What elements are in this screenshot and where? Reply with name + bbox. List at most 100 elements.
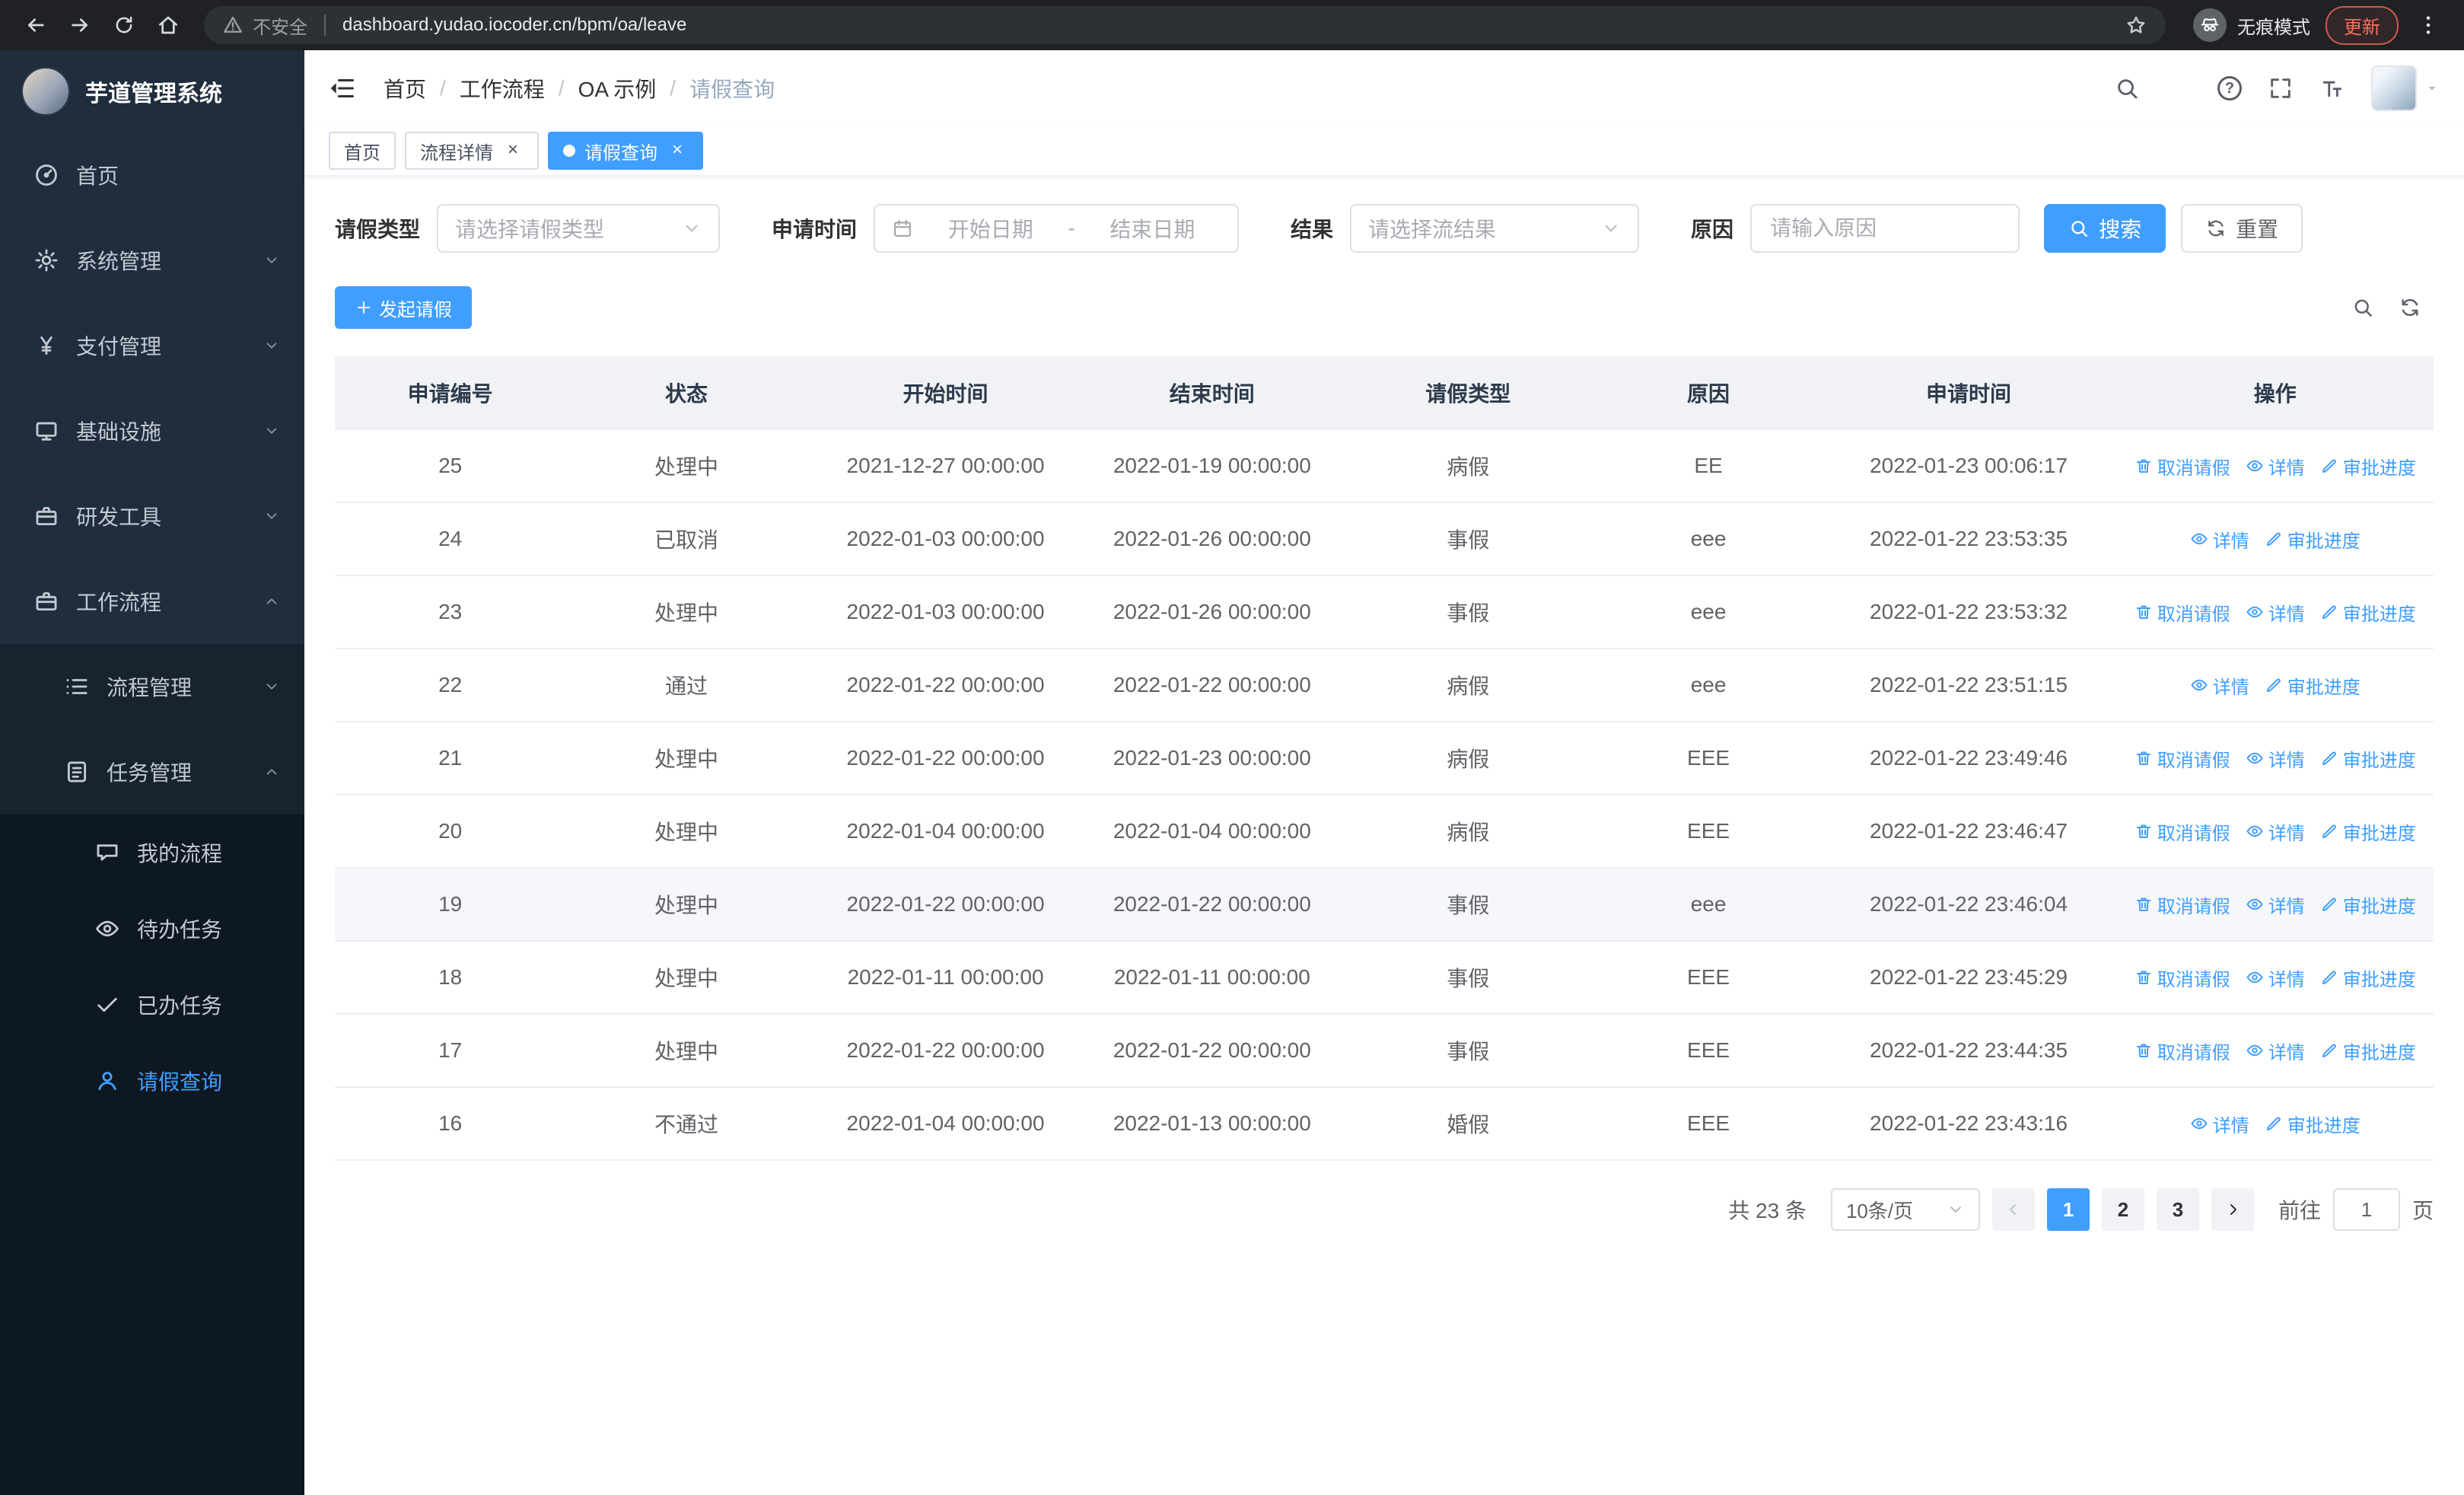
reset-button[interactable]: 重置	[2181, 204, 2303, 253]
table-row: 20 处理中 2022-01-04 00:00:00 2022-01-04 00:00…	[335, 795, 2434, 869]
browser-menu-button[interactable]	[2408, 5, 2449, 46]
dashboard-icon	[33, 162, 59, 188]
cell-id: 17	[335, 1014, 566, 1088]
apply-time-range-picker[interactable]: 开始日期 - 结束日期	[874, 204, 1240, 253]
leave-type-select[interactable]: 请选择请假类型	[437, 204, 721, 253]
column-header: 请假类型	[1340, 356, 1597, 430]
user-menu[interactable]	[2371, 65, 2440, 111]
refresh-table-button[interactable]	[2399, 296, 2421, 319]
approval-progress-link[interactable]: 审批进度	[2265, 1111, 2361, 1137]
sidebar-item-task-mgmt[interactable]: 任务管理	[0, 729, 304, 814]
update-button[interactable]: 更新	[2326, 5, 2399, 45]
eye-icon	[2246, 749, 2264, 767]
fullscreen-button[interactable]	[2268, 75, 2294, 101]
approval-progress-link[interactable]: 审批进度	[2265, 672, 2361, 699]
cancel-leave-link[interactable]: 取消请假	[2135, 818, 2230, 845]
create-leave-button[interactable]: 发起请假	[335, 286, 472, 329]
cell-status: 处理中	[565, 575, 807, 649]
detail-link[interactable]: 详情	[2246, 1038, 2305, 1064]
home-button[interactable]	[148, 5, 189, 46]
edit-icon	[2320, 603, 2338, 621]
next-page-button[interactable]	[2211, 1188, 2254, 1231]
sidebar-item-label: 基础设施	[76, 420, 162, 444]
eye-icon	[2246, 457, 2264, 475]
detail-link[interactable]: 详情	[2246, 891, 2305, 918]
cancel-leave-link[interactable]: 取消请假	[2135, 964, 2230, 991]
detail-link[interactable]: 详情	[2246, 453, 2305, 480]
detail-link[interactable]: 详情	[2246, 818, 2305, 845]
sidebar-item-my-process[interactable]: 我的流程	[0, 814, 304, 891]
result-select[interactable]: 请选择流结果	[1350, 204, 1640, 253]
reset-button-label: 重置	[2236, 218, 2279, 241]
approval-progress-link[interactable]: 审批进度	[2320, 453, 2416, 480]
view-tab-2[interactable]: 请假查询 ×	[548, 132, 703, 170]
sidebar-item-todo-tasks[interactable]: 待办任务	[0, 891, 304, 967]
jump-page-input[interactable]	[2332, 1188, 2400, 1231]
sidebar-item-payment-mgmt[interactable]: 支付管理	[0, 303, 304, 388]
sidebar-collapse-button[interactable]	[329, 75, 356, 102]
sidebar-item-leave-query[interactable]: 请假查询	[0, 1043, 304, 1119]
sidebar-item-infrastructure[interactable]: 基础设施	[0, 388, 304, 473]
reload-button[interactable]	[103, 5, 145, 46]
github-link[interactable]	[2166, 75, 2192, 101]
cancel-leave-link[interactable]: 取消请假	[2135, 745, 2230, 772]
font-size-button[interactable]	[2319, 75, 2345, 101]
cancel-leave-link[interactable]: 取消请假	[2135, 599, 2230, 626]
breadcrumb-item-home[interactable]: 首页	[384, 73, 426, 104]
view-tab-0[interactable]: 首页	[329, 132, 396, 170]
address-bar[interactable]: 不安全 dashboard.yudao.iocoder.cn/bpm/oa/le…	[204, 6, 2166, 44]
logo-image	[21, 67, 70, 116]
toggle-search-button[interactable]	[2351, 296, 2374, 319]
cell-reason: eee	[1596, 502, 1821, 576]
header-search-button[interactable]	[2114, 75, 2140, 101]
approval-progress-link[interactable]: 审批进度	[2320, 745, 2416, 772]
app-logo[interactable]: 芋道管理系统	[0, 50, 304, 132]
detail-link[interactable]: 详情	[2190, 672, 2249, 699]
approval-progress-link[interactable]: 审批进度	[2320, 964, 2416, 991]
sidebar-item-dev-tools[interactable]: 研发工具	[0, 473, 304, 559]
detail-link[interactable]: 详情	[2246, 745, 2305, 772]
app-header: 首页 / 工作流程 / OA 示例 / 请假查询	[304, 50, 2464, 126]
pagination: 共 23 条 10条/页 123 前往 页	[335, 1188, 2434, 1231]
page-button-1[interactable]: 1	[2046, 1188, 2090, 1231]
detail-link[interactable]: 详情	[2246, 599, 2305, 626]
reason-input[interactable]	[1750, 204, 2020, 253]
forward-button[interactable]	[59, 5, 100, 46]
view-tab-1[interactable]: 流程详情 ×	[405, 132, 539, 170]
page-button-2[interactable]: 2	[2101, 1188, 2144, 1231]
detail-link[interactable]: 详情	[2190, 526, 2249, 553]
detail-link[interactable]: 详情	[2190, 1111, 2249, 1137]
chevron-left-icon	[2004, 1200, 2023, 1219]
cancel-leave-link[interactable]: 取消请假	[2135, 1038, 2230, 1064]
close-tab-icon[interactable]: ×	[502, 140, 524, 161]
edit-icon	[2265, 530, 2283, 548]
cancel-leave-link[interactable]: 取消请假	[2135, 453, 2230, 480]
approval-progress-link[interactable]: 审批进度	[2265, 526, 2361, 553]
approval-progress-link[interactable]: 审批进度	[2320, 1038, 2416, 1064]
breadcrumb-separator: /	[440, 76, 446, 100]
sidebar-item-system-mgmt[interactable]: 系统管理	[0, 218, 304, 303]
breadcrumb-item-oa[interactable]: OA 示例	[578, 73, 657, 104]
page-button-3[interactable]: 3	[2156, 1188, 2199, 1231]
table-row: 22 通过 2022-01-22 00:00:00 2022-01-22 00:00:…	[335, 649, 2434, 722]
page-size-select[interactable]: 10条/页	[1830, 1188, 1980, 1231]
search-button[interactable]: 搜索	[2044, 204, 2166, 253]
trash-icon	[2135, 822, 2153, 840]
sidebar-item-done-tasks[interactable]: 已办任务	[0, 967, 304, 1043]
approval-progress-link[interactable]: 审批进度	[2320, 818, 2416, 845]
cell-leave-type: 病假	[1340, 649, 1597, 722]
prev-page-button[interactable]	[1991, 1188, 2035, 1231]
sidebar-item-workflow[interactable]: 工作流程	[0, 559, 304, 644]
help-button[interactable]	[2217, 76, 2242, 100]
close-tab-icon[interactable]: ×	[667, 140, 688, 161]
back-button[interactable]	[15, 5, 56, 46]
sidebar-item-home[interactable]: 首页	[0, 132, 304, 218]
sidebar-item-process-mgmt[interactable]: 流程管理	[0, 644, 304, 729]
bookmark-star-icon[interactable]	[2125, 14, 2147, 37]
breadcrumb-item-workflow[interactable]: 工作流程	[460, 73, 545, 104]
detail-link[interactable]: 详情	[2246, 964, 2305, 991]
cell-status: 不通过	[565, 1087, 807, 1161]
approval-progress-link[interactable]: 审批进度	[2320, 599, 2416, 626]
approval-progress-link[interactable]: 审批进度	[2320, 891, 2416, 918]
cancel-leave-link[interactable]: 取消请假	[2135, 891, 2230, 918]
